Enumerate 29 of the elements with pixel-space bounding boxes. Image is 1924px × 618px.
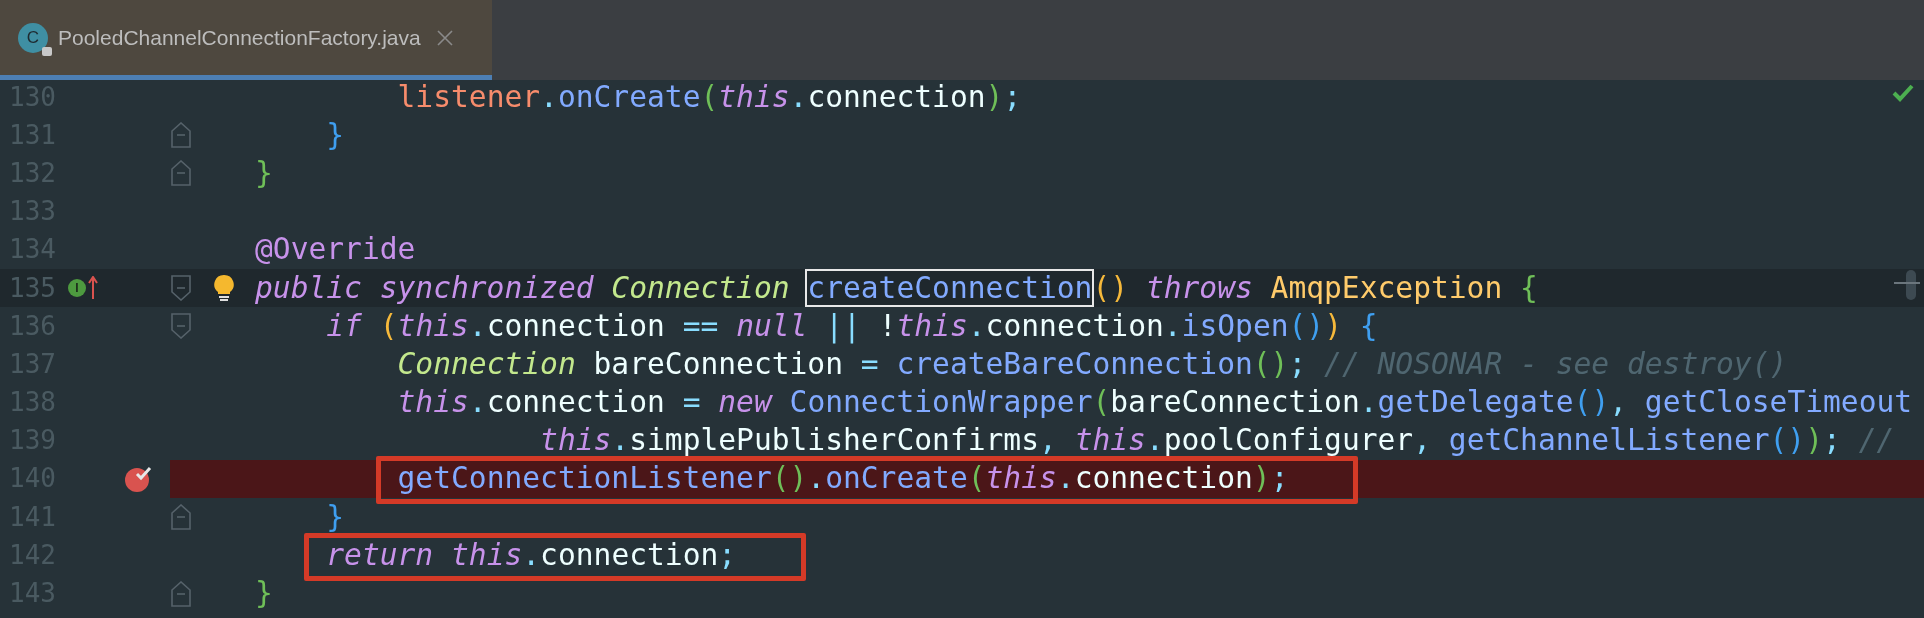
tab-title: PooledChannelConnectionFactory.java [58, 24, 421, 51]
code-line: Connection bareConnection = createBareConnection(); // NOSONAR - see destroy() [397, 345, 1788, 383]
caret-position-mark [1894, 282, 1920, 284]
fold-marker-icon[interactable] [171, 122, 191, 149]
up-arrow-icon[interactable] [88, 276, 98, 301]
breakpoint-icon[interactable] [124, 464, 154, 493]
code-line: } [326, 116, 345, 154]
fold-marker-icon[interactable] [171, 504, 191, 531]
code-line: return this.connection; [326, 535, 737, 575]
code-line: if (this.connection == null || !this.connection.isOpen()) { [326, 307, 1378, 346]
code-line: getConnectionListener().onCreate(this.connection); [397, 459, 1289, 499]
code-line: this.simplePublisherConfirms, this.poolConfigurer, getChannelListener()); // [540, 422, 1895, 460]
scrollbar-thumb[interactable] [1906, 270, 1916, 300]
code-line: @Override [255, 231, 416, 269]
code-line: } [255, 154, 273, 192]
editor-tab[interactable]: C PooledChannelConnectionFactory.java [0, 0, 492, 80]
code-line: } [326, 498, 345, 536]
code-line: listener.onCreate(this.connection); [397, 80, 1022, 116]
code-line: this.connection = new ConnectionWrapper(bareConnection.getDelegate(), getCloseTimeout [397, 384, 1913, 422]
fold-marker-icon[interactable] [171, 275, 191, 302]
code-line: public synchronized Connection createConnection() throws AmqpException { [255, 269, 1538, 307]
check-icon[interactable] [1892, 84, 1914, 102]
fold-marker-icon[interactable] [171, 313, 191, 340]
code-line: } [255, 575, 273, 613]
close-icon[interactable] [436, 29, 453, 46]
fold-marker-icon[interactable] [171, 160, 191, 187]
light-bulb-icon[interactable] [212, 274, 235, 303]
implements-badge[interactable]: I [68, 279, 86, 298]
fold-marker-icon[interactable] [171, 580, 191, 607]
